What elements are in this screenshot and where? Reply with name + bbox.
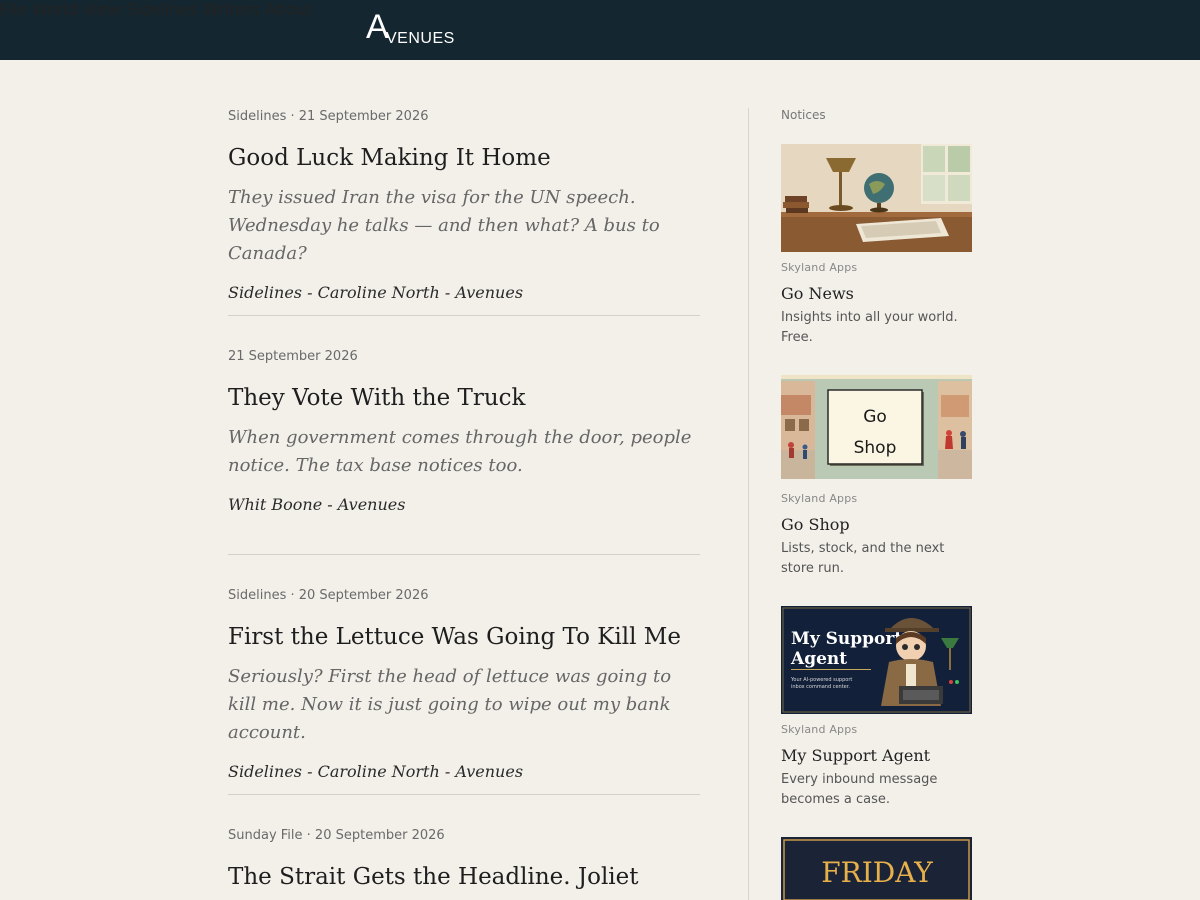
- article-meta: Sidelines · 21 September 2026: [228, 109, 429, 124]
- article-title[interactable]: Good Luck Making It Home: [228, 143, 702, 173]
- article-byline: Sidelines - Caroline North - Avenues: [228, 283, 524, 302]
- article-title[interactable]: First the Lettuce Was Going To Kill Me: [228, 622, 702, 652]
- nav-about[interactable]: About: [265, 0, 312, 19]
- support-agent-image[interactable]: My Support Agent Your AI-powered support…: [781, 606, 972, 714]
- article-card[interactable]: Sunday File · 20 September 2026 The Stra…: [228, 827, 702, 892]
- nav-writers[interactable]: Writers: [203, 0, 260, 19]
- column-divider: [748, 108, 749, 900]
- article-byline: Sidelines - Caroline North - Avenues: [228, 762, 524, 781]
- article-meta: 21 September 2026: [228, 349, 358, 364]
- ad-description: Every inbound message becomes a case.: [781, 772, 938, 807]
- article-divider: [228, 554, 700, 555]
- image-subtitle-line1: Your AI-powered support: [790, 677, 852, 683]
- desk-globe-image[interactable]: [781, 144, 972, 252]
- ad-source: Skyland Apps: [781, 723, 858, 736]
- article-meta: Sidelines · 20 September 2026: [228, 588, 429, 603]
- article-dek: Seriously? First the head of lettuce was…: [228, 666, 672, 743]
- notice-ad-go-news[interactable]: Skyland Apps Go News Insights into all y…: [781, 144, 972, 348]
- sign-text-shop: Shop: [854, 438, 897, 458]
- article-card[interactable]: 21 September 2026 They Vote With the Tru…: [228, 348, 702, 516]
- image-subtitle-line2: inbox command center.: [791, 684, 850, 690]
- ad-description: Insights into all your world. Free.: [781, 310, 958, 345]
- nav-world-view[interactable]: World View: [32, 0, 121, 19]
- article-title[interactable]: They Vote With the Truck: [228, 383, 702, 413]
- article-byline: Whit Boone - Avenues: [228, 495, 406, 514]
- image-title-line2: Agent: [790, 649, 847, 669]
- ad-description: Lists, stock, and the next store run.: [781, 541, 945, 576]
- ad-name[interactable]: Go News: [781, 283, 972, 305]
- ad-name[interactable]: Go Shop: [781, 514, 972, 536]
- friday-image-text: FRIDAY: [821, 856, 933, 889]
- ad-source: Skyland Apps: [781, 492, 858, 505]
- article-meta: Sunday File · 20 September 2026: [228, 828, 445, 843]
- go-shop-image[interactable]: Go Shop: [781, 375, 972, 483]
- friday-image[interactable]: FRIDAY: [781, 837, 972, 900]
- article-card[interactable]: Sidelines · 20 September 2026 First the …: [228, 587, 702, 783]
- article-title[interactable]: The Strait Gets the Headline. Joliet: [228, 862, 702, 892]
- article-card[interactable]: Sidelines · 21 September 2026 Good Luck …: [228, 108, 702, 304]
- notices-label: Notices: [781, 108, 826, 122]
- article-divider: [228, 794, 700, 795]
- nav-sidelines[interactable]: Sidelines: [126, 0, 198, 19]
- top-nav-bar: A VENUES File World View Sidelines Write…: [0, 0, 1200, 60]
- ad-name[interactable]: My Support Agent: [781, 745, 972, 767]
- logo-word: VENUES: [386, 30, 455, 47]
- article-dek: They issued Iran the visa for the UN spe…: [228, 187, 660, 264]
- nav-file[interactable]: File: [0, 0, 27, 19]
- notice-ad-go-shop[interactable]: Go Shop Skyland Apps Go Shop Lists, stoc…: [781, 375, 972, 579]
- notice-ad-support-agent[interactable]: My Support Agent Your AI-powered support…: [781, 606, 972, 810]
- sign-text-go: Go: [863, 407, 887, 427]
- avenues-logo[interactable]: A VENUES: [366, 10, 456, 50]
- ad-source: Skyland Apps: [781, 261, 858, 274]
- notice-ad-friday[interactable]: FRIDAY: [781, 837, 972, 900]
- article-divider: [228, 315, 700, 316]
- article-dek: When government comes through the door, …: [228, 427, 692, 476]
